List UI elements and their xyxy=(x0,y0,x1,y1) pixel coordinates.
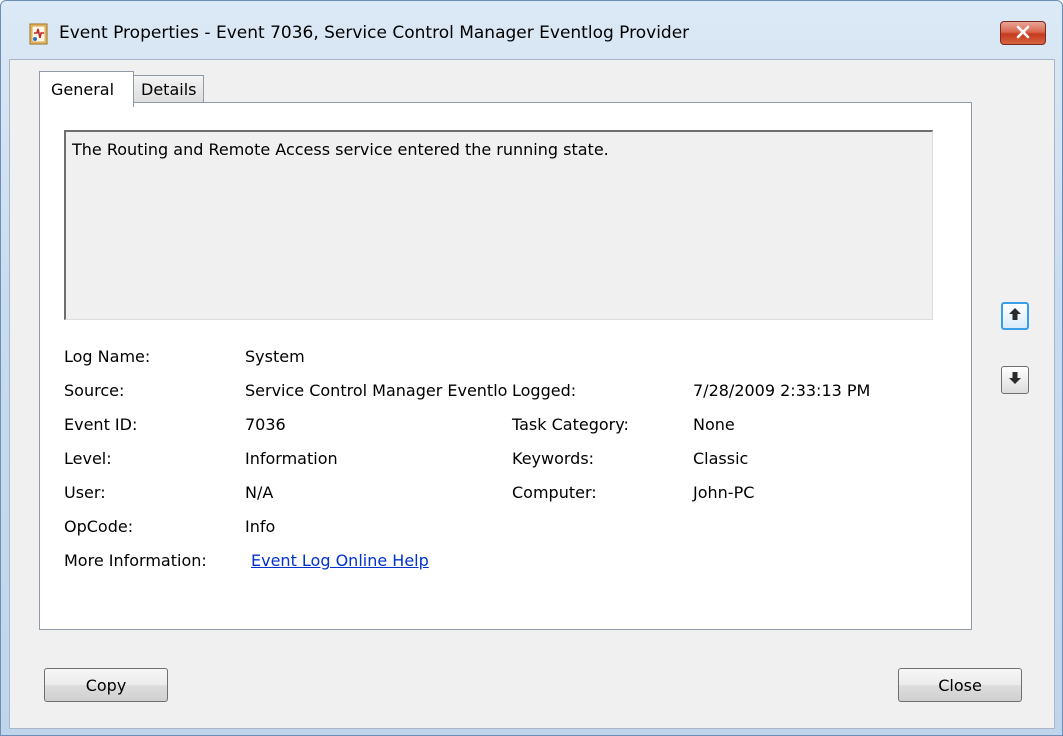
close-x-icon xyxy=(1015,24,1031,43)
opcode-value[interactable]: Info xyxy=(245,517,275,536)
window-title: Event Properties - Event 7036, Service C… xyxy=(59,23,690,43)
keywords-label: Keywords: xyxy=(512,449,595,468)
event-properties-window: Event Properties - Event 7036, Service C… xyxy=(0,0,1063,736)
arrow-down-icon xyxy=(1007,370,1023,390)
copy-button[interactable]: Copy xyxy=(44,668,168,702)
user-value[interactable]: N/A xyxy=(245,483,273,502)
general-tab-panel: The Routing and Remote Access service en… xyxy=(39,102,972,630)
close-button[interactable]: Close xyxy=(898,668,1022,702)
tab-general[interactable]: General xyxy=(39,71,134,107)
tab-details[interactable]: Details xyxy=(133,75,204,103)
event-log-online-help-link[interactable]: Event Log Online Help xyxy=(251,551,429,570)
tab-details-label: Details xyxy=(141,80,197,99)
dialog-client-area: General Details The Routing and Remote A… xyxy=(9,59,1055,729)
event-id-label: Event ID: xyxy=(64,415,138,434)
user-label: User: xyxy=(64,483,106,502)
more-information-label: More Information: xyxy=(64,551,207,570)
computer-label: Computer: xyxy=(512,483,597,502)
keywords-value[interactable]: Classic xyxy=(693,449,748,468)
task-category-label: Task Category: xyxy=(512,415,629,434)
title-bar[interactable]: Event Properties - Event 7036, Service C… xyxy=(1,1,1062,61)
event-id-value[interactable]: 7036 xyxy=(245,415,286,434)
event-description-box[interactable]: The Routing and Remote Access service en… xyxy=(64,130,933,320)
logged-value[interactable]: 7/28/2009 2:33:13 PM xyxy=(693,381,870,400)
tab-general-label: General xyxy=(51,80,115,99)
next-event-button[interactable] xyxy=(1001,366,1029,394)
event-description-text: The Routing and Remote Access service en… xyxy=(72,140,609,159)
source-value[interactable]: Service Control Manager Eventlog Provide… xyxy=(245,381,507,400)
source-label: Source: xyxy=(64,381,125,400)
log-name-value[interactable]: System xyxy=(245,347,305,366)
level-label: Level: xyxy=(64,449,112,468)
opcode-label: OpCode: xyxy=(64,517,134,536)
task-category-value[interactable]: None xyxy=(693,415,735,434)
previous-event-button[interactable] xyxy=(1001,302,1029,330)
level-value[interactable]: Information xyxy=(245,449,338,468)
logged-label: Logged: xyxy=(512,381,577,400)
event-viewer-icon xyxy=(29,23,49,45)
close-window-button[interactable] xyxy=(1000,21,1046,45)
log-name-label: Log Name: xyxy=(64,347,151,366)
arrow-up-icon xyxy=(1007,306,1023,326)
computer-value[interactable]: John-PC xyxy=(693,483,754,502)
